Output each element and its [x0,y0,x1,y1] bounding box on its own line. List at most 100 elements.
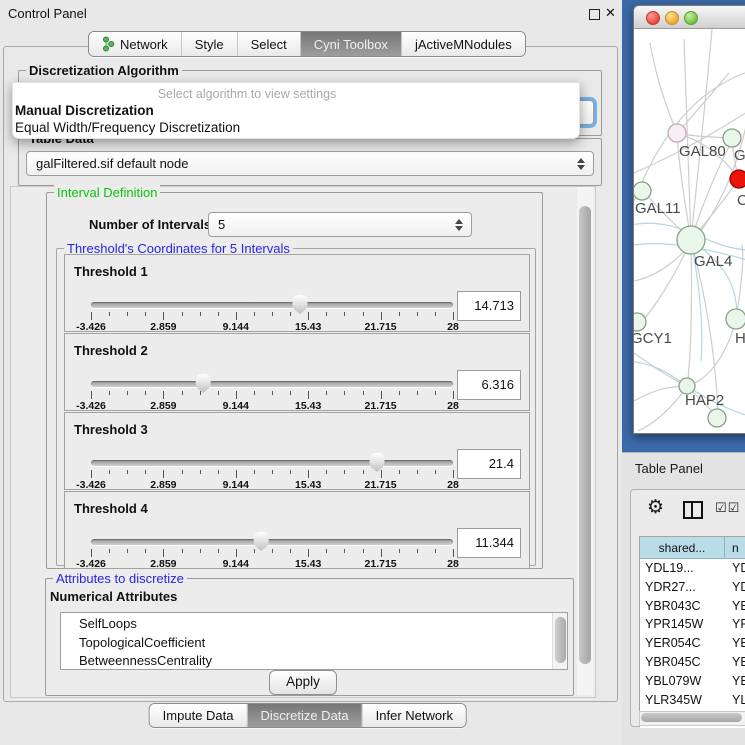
threshold-value-field[interactable]: 6.316 [457,370,521,400]
table-hscrollbar-thumb[interactable] [641,713,742,722]
tab-discretize-data[interactable]: Discretize Data [247,704,362,727]
table-row[interactable]: YBR045CYBR0 [640,653,745,672]
threshold-slider[interactable]: -3.4262.8599.14415.4321.71528 [91,295,453,329]
tab-impute-data[interactable]: Impute Data [150,704,247,727]
control-panel-titlebar: Control Panel ✕ [0,0,622,26]
slider-tick-labels: -3.4262.8599.14415.4321.71528 [91,321,453,333]
table-row[interactable]: YDL19...YDL1 [640,559,745,578]
table-row[interactable]: YLR345WYLR3 [640,691,745,710]
threshold-slider[interactable]: -3.4262.8599.14415.4321.71528 [91,453,453,487]
network-node[interactable] [726,309,745,329]
close-traffic-light[interactable] [646,11,660,25]
zoom-traffic-light[interactable] [684,11,698,25]
network-view-window: GAL80G.GAL11CGAL4GCY1HHAP2 [633,5,745,434]
tab-label: Select [251,37,287,52]
control-panel-window: Control Panel ✕ Network Style Select Cyni T… [0,0,622,745]
dropdown-option[interactable]: Equal Width/Frequency Discretization [13,119,579,136]
slider-track[interactable] [91,460,453,466]
threshold-panel: Threshold 2 -3.4262.8599.14415.4321.7152… [64,333,530,411]
threshold-label: Threshold 3 [74,422,148,437]
node-label: GAL11 [635,200,681,217]
top-tab-bar: Network Style Select Cyni Toolbox jActiveMNo… [88,31,526,57]
spinner-arrows-icon [455,219,463,231]
close-icon[interactable]: ✕ [605,5,616,21]
network-node[interactable] [634,313,646,331]
threshold-slider[interactable]: -3.4262.8599.14415.4321.71528 [91,374,453,408]
network-node[interactable] [634,182,651,200]
tab-cyni-toolbox[interactable]: Cyni Toolbox [300,32,401,56]
slider-ticks [91,549,453,558]
list-scrollbar-thumb[interactable] [555,617,566,663]
list-scrollbar-track[interactable] [552,613,567,669]
network-node[interactable] [668,124,686,142]
tab-style[interactable]: Style [181,32,237,56]
dropdown-prompt: Select algorithm to view settings [13,83,579,102]
attribute-list-item[interactable]: TopologicalCoefficient [61,634,567,653]
tab-infer-network[interactable]: Infer Network [362,704,466,727]
table-row[interactable]: YBL079WYBL0 [640,672,745,691]
slider-track[interactable] [91,539,453,545]
threshold-label: Threshold 4 [74,501,148,516]
table-cell: YLR3 [724,691,745,710]
panel-scrollbar-thumb[interactable] [579,206,591,664]
dropdown-option[interactable]: Manual Discretization [13,102,579,119]
threshold-value-field[interactable]: 14.713 [457,291,521,321]
threshold-panel: Threshold 1 -3.4262.8599.14415.4321.7152… [64,254,530,332]
tab-select[interactable]: Select [237,32,300,56]
table-data-value: galFiltered.sif default node [27,156,188,171]
numerical-attributes-label: Numerical Attributes [50,589,177,604]
slider-ticks [91,391,453,400]
table-row[interactable]: YBR043CYBR0 [640,597,745,616]
network-canvas[interactable]: GAL80G.GAL11CGAL4GCY1HHAP2 [634,29,745,433]
thresholds-group: Threshold's Coordinates for 5 Intervals … [56,248,536,566]
select-columns-icon[interactable]: ☑☑ [715,500,740,516]
attribute-list-item[interactable]: SelfLoops [61,615,567,634]
slider-track[interactable] [91,381,453,387]
node-label: GAL80 [679,143,726,160]
table-cell: YBR045C [640,653,724,672]
table-hscrollbar-track[interactable] [639,711,745,726]
table-cell: YBR0 [724,597,745,616]
slider-ticks [91,312,453,321]
slider-tick-labels: -3.4262.8599.14415.4321.71528 [91,400,453,412]
threshold-value-field[interactable]: 11.344 [457,528,521,558]
tab-network[interactable]: Network [89,32,181,56]
table-cell: YPR1 [724,615,745,634]
numerical-attributes-list[interactable]: SelfLoopsTopologicalCoefficientBetweenne… [60,612,568,670]
minimize-traffic-light[interactable] [665,11,679,25]
network-node[interactable] [708,409,726,427]
table-panel: Table Panel ⚙ ☑☑ shared... n YDL19...YDL… [622,452,745,745]
gear-icon[interactable]: ⚙ [647,496,664,519]
table-row[interactable]: YER054CYER0 [640,634,745,653]
threshold-slider[interactable]: -3.4262.8599.14415.4321.71528 [91,532,453,566]
float-window-icon[interactable] [589,9,600,20]
table-panel-title: Table Panel [635,461,703,476]
slider-track[interactable] [91,302,453,308]
number-of-intervals-spinner[interactable]: 5 [208,212,472,237]
tab-label: Cyni Toolbox [314,37,388,52]
network-graph: GAL80G.GAL11CGAL4GCY1HHAP2 [634,29,745,433]
table-cell: YDL1 [724,559,745,578]
table-cell: YDL19... [640,559,724,578]
apply-button[interactable]: Apply [269,670,337,695]
split-columns-icon[interactable] [683,501,703,519]
interval-definition-group: Interval Definition Number of Intervals … [46,192,543,569]
tab-label: Style [195,37,224,52]
table-row[interactable]: YPR145WYPR1 [640,615,745,634]
tab-jactivemnodules[interactable]: jActiveMNodules [401,32,525,56]
attribute-list-item[interactable]: BetweennessCentrality [61,652,567,670]
threshold-label: Threshold 2 [74,343,148,358]
table-cell: YLR345W [640,691,724,710]
threshold-stack: Threshold 1 -3.4262.8599.14415.4321.7152… [64,254,530,570]
table-data-combobox[interactable]: galFiltered.sif default node [26,151,594,176]
network-node[interactable] [677,226,705,254]
threshold-value-field[interactable]: 21.4 [457,449,521,479]
slider-tick-labels: -3.4262.8599.14415.4321.71528 [91,479,453,491]
table-row[interactable]: YDR27...YDR2 [640,578,745,597]
threshold-panel: Threshold 3 -3.4262.8599.14415.4321.7152… [64,412,530,490]
tab-label: Discretize Data [261,708,349,723]
column-header-name[interactable]: n [725,537,745,559]
column-header-shared-name[interactable]: shared... [640,537,725,559]
interval-definition-title: Interval Definition [54,185,160,200]
network-node[interactable] [730,170,745,188]
